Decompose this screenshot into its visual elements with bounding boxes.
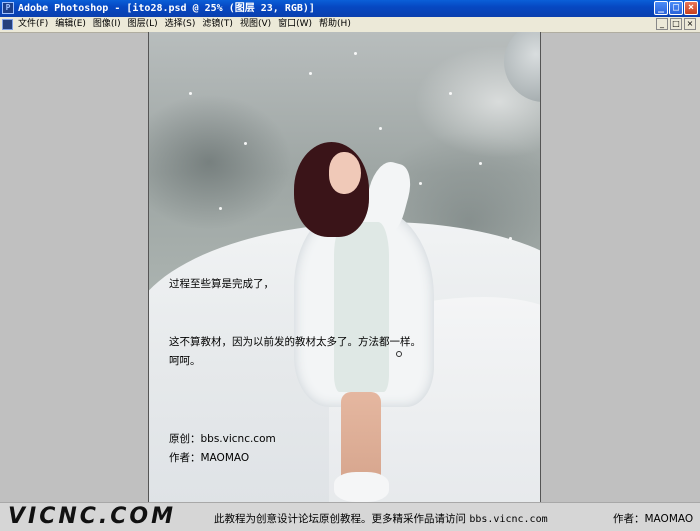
window-title: Adobe Photoshop - [ito28.psd @ 25% (图层 2…: [18, 3, 315, 14]
brush-cursor-icon: [396, 351, 402, 357]
face: [329, 152, 361, 194]
menu-layer[interactable]: 图层(L): [128, 17, 158, 32]
menu-filter[interactable]: 滤镜(T): [202, 17, 233, 32]
snowflake: [479, 162, 482, 165]
document-icon[interactable]: [2, 19, 13, 30]
maximize-button[interactable]: □: [669, 1, 683, 15]
minimize-button[interactable]: _: [654, 1, 668, 15]
watermark-banner: VICNC.COM 此教程为创意设计论坛原创教程。更多精采作品请访问 bbs.v…: [0, 502, 700, 531]
menu-items: 文件(F) 编辑(E) 图像(I) 图层(L) 选择(S) 滤镜(T) 视图(V…: [18, 17, 351, 32]
close-button[interactable]: ×: [684, 1, 698, 15]
title-bar[interactable]: P Adobe Photoshop - [ito28.psd @ 25% (图层…: [0, 0, 700, 17]
caption-line-3: 呵呵。: [169, 355, 201, 367]
snowflake: [189, 92, 192, 95]
snowflake: [449, 92, 452, 95]
snowflake: [379, 127, 382, 130]
snowflake: [244, 142, 247, 145]
boots: [334, 472, 389, 502]
banner-url: bbs.vicnc.com: [469, 514, 548, 525]
banner-author: 作者：MAOMAO: [613, 513, 694, 525]
document-canvas[interactable]: 过程至些算是完成了， 这不算教材，因为以前发的教材太多了。方法都一样。 呵呵。 …: [148, 32, 541, 502]
snowflake: [509, 237, 512, 240]
moon-glow: [504, 32, 540, 102]
vicnc-logo: VICNC.COM: [8, 504, 177, 529]
menu-window[interactable]: 窗口(W): [278, 17, 312, 32]
menu-file[interactable]: 文件(F): [18, 17, 48, 32]
woman-in-white-coat: [289, 142, 439, 502]
banner-message: 此教程为创意设计论坛原创教程。更多精采作品请访问 bbs.vicnc.com: [214, 511, 548, 526]
snowflake: [219, 207, 222, 210]
doc-maximize-button[interactable]: □: [670, 18, 682, 30]
credit-original: 原创：bbs.vicnc.com: [169, 433, 276, 445]
menu-view[interactable]: 视图(V): [240, 17, 271, 32]
menu-edit[interactable]: 编辑(E): [55, 17, 86, 32]
photoshop-app-icon: P: [2, 2, 14, 14]
dress: [334, 222, 389, 392]
menu-image[interactable]: 图像(I): [93, 17, 121, 32]
doc-minimize-button[interactable]: _: [656, 18, 668, 30]
snowflake: [354, 52, 357, 55]
doc-close-button[interactable]: ×: [684, 18, 696, 30]
menu-help[interactable]: 帮助(H): [319, 17, 351, 32]
caption-line-1: 过程至些算是完成了，: [169, 278, 274, 290]
snowflake: [309, 72, 312, 75]
menu-bar: 文件(F) 编辑(E) 图像(I) 图层(L) 选择(S) 滤镜(T) 视图(V…: [0, 17, 700, 33]
caption-line-2: 这不算教材，因为以前发的教材太多了。方法都一样。: [169, 336, 421, 348]
credit-author: 作者：MAOMAO: [169, 452, 250, 464]
banner-message-text: 此教程为创意设计论坛原创教程。更多精采作品请访问: [214, 513, 466, 525]
document-window-controls: _ □ ×: [656, 18, 696, 30]
menu-select[interactable]: 选择(S): [165, 17, 196, 32]
hair: [294, 142, 369, 237]
